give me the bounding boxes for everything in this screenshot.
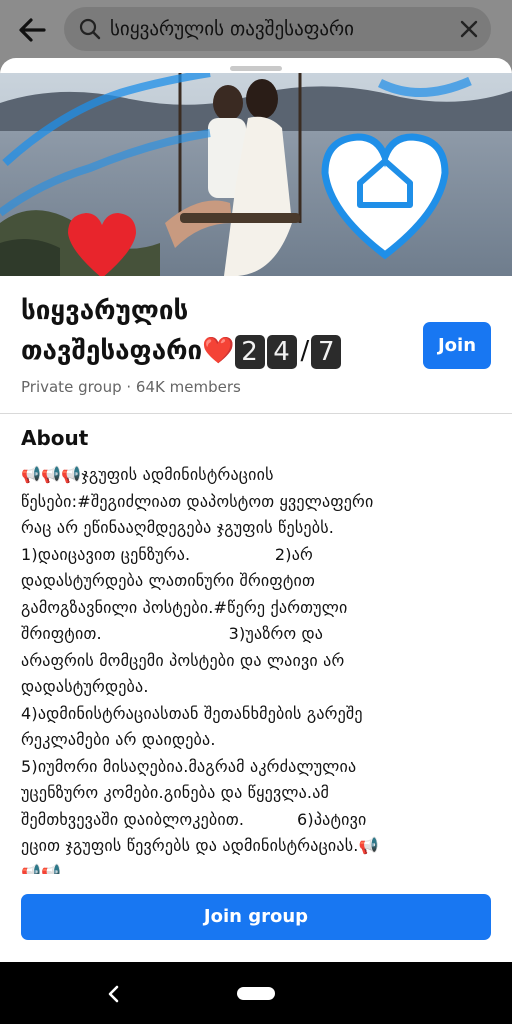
group-name: სიყვარულის თავშესაფარი❤️ 2 4/7 [21, 291, 416, 371]
search-query: სიყვარულის თავშესაფარი [110, 18, 355, 40]
search-input[interactable]: სიყვარულის თავშესაფარი [64, 7, 491, 51]
badge-digit: 2 [234, 334, 265, 369]
nav-home-pill[interactable] [237, 987, 275, 1000]
badge-slash: / [300, 336, 310, 366]
search-header: სიყვარულის თავშესაფარი [0, 0, 512, 60]
badge-digit: 4 [266, 334, 297, 369]
clear-icon[interactable] [457, 17, 481, 41]
join-group-button[interactable]: Join group [21, 894, 491, 940]
system-nav-bar [0, 962, 512, 1024]
group-preview-sheet: სიყვარულის თავშესაფარი❤️ 2 4/7 Join Privat… [0, 58, 512, 962]
heart-emoji: ❤️ [202, 336, 235, 366]
group-name-line2: თავშესაფარი❤️ 2 4/7 [21, 331, 416, 371]
group-name-line2-text: თავშესაფარი [21, 336, 203, 366]
group-name-line1: სიყვარულის [21, 296, 189, 326]
about-description: 📢📢📢ჯგუფის ადმინისტრაციის წესები:#შეგიძლი… [21, 465, 379, 874]
badge-digit: 7 [311, 334, 342, 369]
group-privacy-members: Private group · 64K members [21, 378, 241, 396]
nav-back-icon[interactable] [103, 983, 123, 1005]
join-button[interactable]: Join [423, 322, 491, 369]
search-icon [79, 18, 101, 40]
group-cover-photo [0, 73, 512, 276]
back-arrow-icon[interactable] [14, 12, 50, 48]
sheet-grabber[interactable] [230, 66, 282, 71]
section-divider [0, 413, 512, 414]
about-heading: About [21, 426, 89, 450]
